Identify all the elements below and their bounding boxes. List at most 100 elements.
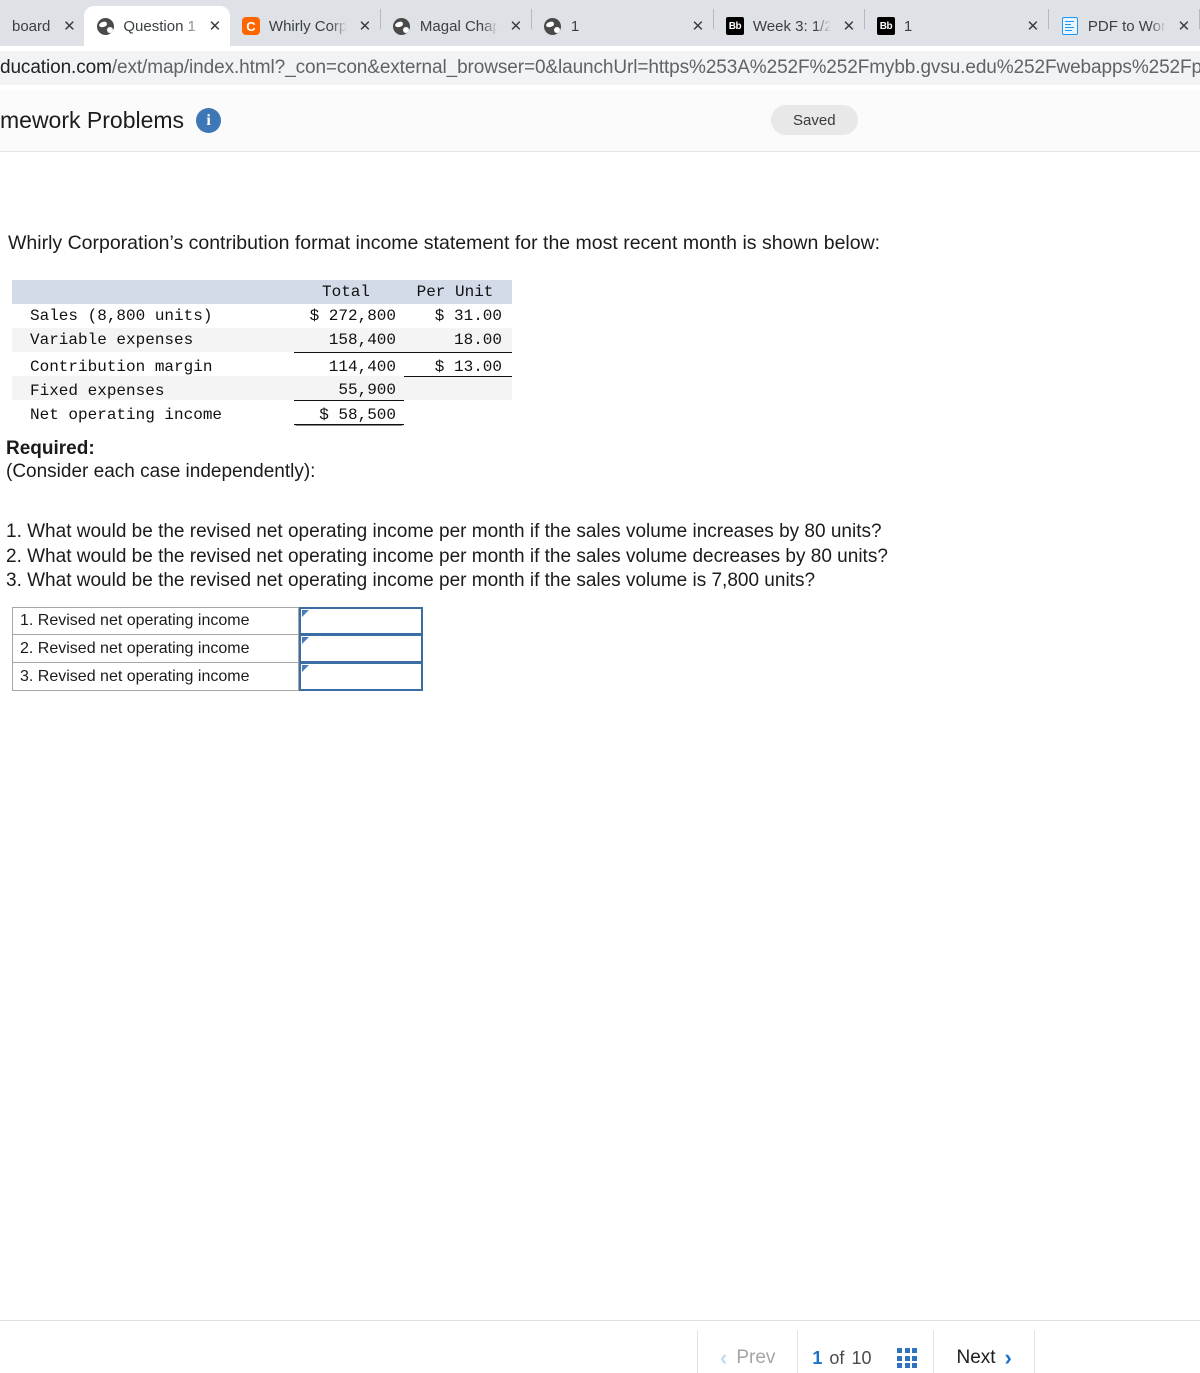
status-badge-saved: Saved [771, 105, 858, 135]
close-icon[interactable]: ✕ [354, 15, 376, 37]
url-host: ducation.com [0, 57, 112, 78]
required-note: (Consider each case independently): [6, 461, 316, 482]
url-text: ducation.com/ext/map/index.html?_con=con… [0, 57, 1200, 79]
browser-chrome: board ✕ Question 1 ✕ C Whirly Corp ✕ Mag… [0, 0, 1200, 90]
row-label: Net operating income [12, 400, 294, 424]
close-icon[interactable]: ✕ [687, 15, 709, 37]
answer-input-1[interactable] [299, 607, 423, 635]
tab-title: Whirly Corp [268, 17, 346, 35]
dropdown-marker-icon [302, 665, 309, 672]
tab-title: Magal Chap [419, 17, 497, 35]
column-header-total: Total [294, 280, 404, 304]
row-label: Fixed expenses [12, 376, 294, 400]
close-icon[interactable]: ✕ [838, 15, 860, 37]
row-per-unit: $ 31.00 [404, 304, 512, 328]
required-heading: Required: [6, 438, 95, 459]
answer-input-2[interactable] [299, 635, 423, 663]
row-per-unit: $ 13.00 [404, 352, 512, 377]
question-intro-text: Whirly Corporation’s contribution format… [8, 232, 881, 254]
pagination-controls: ‹ Prev 1 of 10 Next › [697, 1325, 1035, 1373]
answer-row-3: 3. Revised net operating income [12, 663, 423, 691]
tab-strip: board ✕ Question 1 ✕ C Whirly Corp ✕ Mag… [0, 0, 1200, 46]
total-pages: 10 [851, 1347, 872, 1368]
table-row: Variable expenses 158,400 18.00 [12, 328, 512, 353]
close-icon[interactable]: ✕ [58, 15, 80, 37]
close-icon[interactable]: ✕ [204, 15, 226, 37]
current-page: 1 [812, 1347, 823, 1368]
column-header-per-unit: Per Unit [404, 280, 512, 304]
row-total: $ 58,500 [294, 400, 404, 425]
close-icon[interactable]: ✕ [1173, 15, 1195, 37]
tab-title: 1 [903, 17, 913, 35]
answer-label: 1. Revised net operating income [12, 607, 299, 635]
table-row: Sales (8,800 units) $ 272,800 $ 31.00 [12, 304, 512, 328]
dropdown-marker-icon [302, 637, 309, 644]
answer-row-2: 2. Revised net operating income [12, 635, 423, 663]
tab-title: Week 3: 1/2 [752, 17, 830, 35]
close-icon[interactable]: ✕ [505, 15, 527, 37]
tab-title: 1 [570, 17, 580, 35]
question-item-3: 3. What would be the revised net operati… [6, 570, 816, 591]
answer-table: 1. Revised net operating income 2. Revis… [12, 607, 423, 691]
blackboard-icon: Bb [876, 17, 895, 35]
next-button[interactable]: Next › [934, 1330, 1033, 1373]
grid-view-icon[interactable] [897, 1348, 918, 1368]
info-icon[interactable]: i [196, 108, 222, 133]
browser-tab-question-1[interactable]: Question 1 ✕ [84, 6, 230, 46]
answer-input-3[interactable] [299, 663, 423, 691]
question-list: 1. What would be the revised net operati… [6, 520, 888, 594]
browser-tab-1-b[interactable]: Bb 1 ✕ [865, 6, 1048, 46]
answer-label: 2. Revised net operating income [12, 635, 299, 663]
page-header: mework Problems i Saved [0, 90, 1200, 152]
pdf-document-icon [1061, 17, 1079, 35]
row-label: Variable expenses [12, 328, 294, 352]
row-total: $ 272,800 [294, 304, 404, 328]
question-item-2: 2. What would be the revised net operati… [6, 545, 888, 567]
globe-icon [393, 17, 411, 35]
browser-tab-1-a[interactable]: 1 ✕ [532, 6, 713, 46]
table-row: Fixed expenses 55,900 [12, 376, 512, 401]
browser-tab-week-3[interactable]: Bb Week 3: 1/2 ✕ [714, 6, 864, 46]
question-content: Whirly Corporation’s contribution format… [0, 152, 1200, 1320]
prev-button[interactable]: ‹ Prev [698, 1330, 797, 1373]
column-header-blank [12, 280, 294, 304]
row-label: Sales (8,800 units) [12, 304, 294, 328]
tab-title: PDF to Wor [1087, 17, 1165, 35]
row-total: 158,400 [294, 328, 404, 353]
address-bar[interactable]: ducation.com/ext/map/index.html?_con=con… [0, 51, 1200, 85]
bottom-navigation-bar: ‹ Prev 1 of 10 Next › [0, 1320, 1200, 1373]
chevron-right-icon: › [1004, 1345, 1012, 1370]
url-bar-row: ducation.com/ext/map/index.html?_con=con… [0, 46, 1200, 90]
row-per-unit [404, 376, 512, 400]
tab-title: board [12, 17, 51, 35]
prev-label: Prev [736, 1347, 776, 1368]
nav-divider [1033, 1330, 1035, 1373]
row-total: 55,900 [294, 376, 404, 401]
globe-icon [96, 17, 114, 35]
question-item-1: 1. What would be the revised net operati… [6, 521, 882, 542]
of-label: of [829, 1347, 845, 1368]
browser-tab-magal-chapter[interactable]: Magal Chap ✕ [381, 6, 531, 46]
url-path: /ext/map/index.html?_con=con&external_br… [111, 57, 1200, 78]
answer-row-1: 1. Revised net operating income [12, 607, 423, 635]
page-title: mework Problems [0, 107, 185, 133]
required-block: Required: (Consider each case independen… [6, 437, 315, 483]
dropdown-marker-icon [302, 610, 309, 617]
row-label: Contribution margin [12, 352, 294, 376]
table-row: Contribution margin 114,400 $ 13.00 [12, 352, 512, 377]
browser-tab-pdf-to-word[interactable]: PDF to Wor ✕ [1049, 6, 1199, 46]
chegg-icon: C [241, 17, 260, 35]
close-icon[interactable]: ✕ [1022, 15, 1044, 37]
blackboard-icon: Bb [725, 17, 744, 35]
browser-tab-blackboard[interactable]: board ✕ [0, 6, 84, 46]
chevron-left-icon: ‹ [720, 1345, 728, 1370]
row-per-unit: 18.00 [404, 328, 512, 353]
browser-tab-whirly-corp[interactable]: C Whirly Corp ✕ [230, 6, 380, 46]
row-per-unit [404, 400, 512, 424]
next-label: Next [956, 1347, 996, 1368]
globe-icon [544, 17, 562, 35]
tab-title: Question 1 [123, 17, 196, 35]
answer-label: 3. Revised net operating income [12, 663, 299, 691]
page-indicator: 1 of 10 [798, 1330, 885, 1373]
row-total: 114,400 [294, 352, 404, 376]
